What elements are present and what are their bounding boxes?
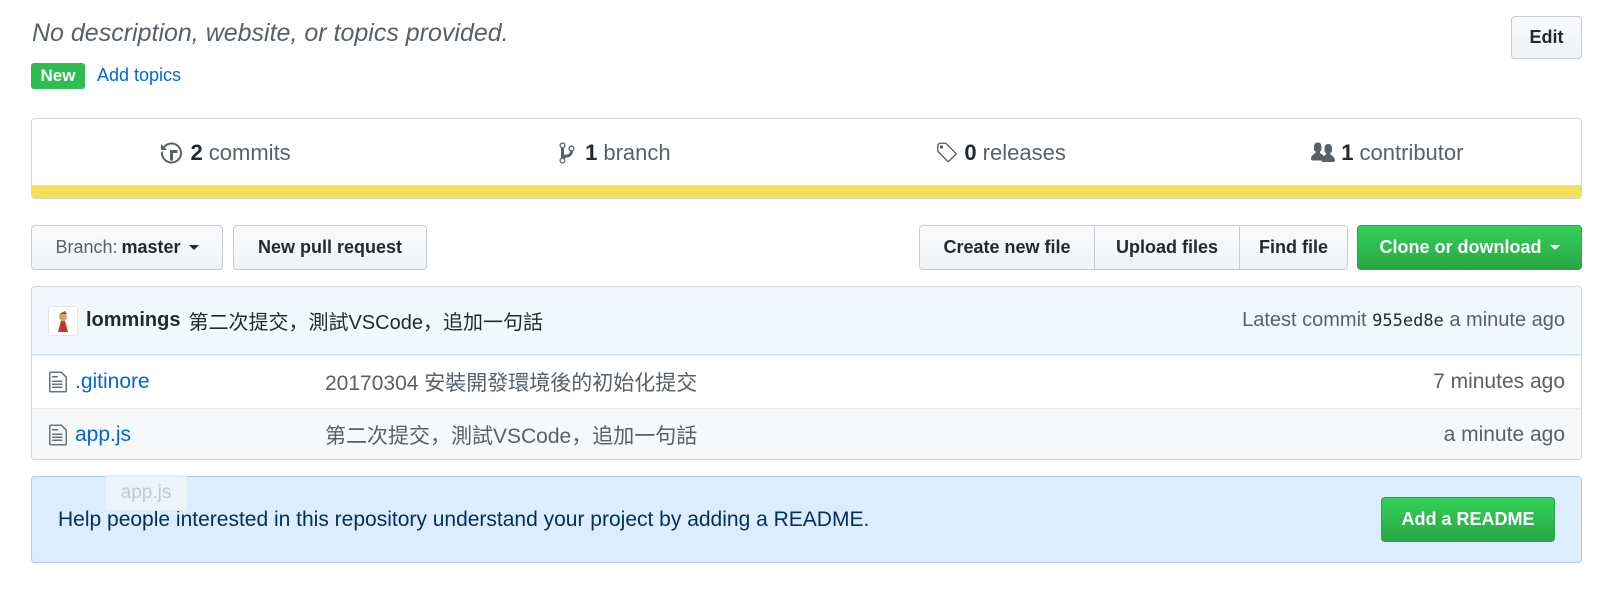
repo-description: No description, website, or topics provi… — [32, 19, 509, 47]
drag-ghost: app.js — [105, 475, 187, 511]
latest-commit-info: Latest commit 955ed8e a minute ago — [1242, 309, 1565, 332]
numbers-summary: 2 commits 1 branch 0 releases 1 contribu… — [31, 118, 1582, 199]
file-table: lommings 第二次提交，測試VSCode，追加一句話 Latest com… — [31, 286, 1582, 460]
file-name-link[interactable]: app.js — [75, 423, 325, 447]
releases-count: 0 — [964, 140, 977, 165]
branch-name: master — [121, 237, 181, 257]
chevron-down-icon — [1549, 245, 1560, 250]
tag-icon — [937, 142, 958, 163]
people-icon — [1311, 142, 1336, 162]
branch-prefix: Branch: — [55, 237, 118, 257]
commit-age: a minute ago — [1449, 309, 1565, 331]
new-pull-request-button[interactable]: New pull request — [233, 225, 427, 270]
file-commit-message-link[interactable]: 20170304 安裝開發環境後的初始化提交 — [325, 367, 1433, 397]
readme-prompt-text: Help people interested in this repositor… — [58, 507, 870, 531]
upload-files-button[interactable]: Upload files — [1095, 226, 1240, 269]
table-row: .gitinore 20170304 安裝開發環境後的初始化提交 7 minut… — [32, 355, 1581, 408]
commit-message-link[interactable]: 第二次提交，測試VSCode，追加一句話 — [188, 306, 543, 335]
readme-prompt: Help people interested in this repositor… — [31, 476, 1582, 563]
commits-label: commits — [208, 140, 291, 165]
add-topics-link[interactable]: Add topics — [97, 65, 181, 86]
file-icon — [49, 424, 67, 446]
git-branch-icon — [559, 142, 575, 164]
commits-count: 2 — [190, 140, 203, 165]
commit-sha-link[interactable]: 955ed8e — [1372, 311, 1444, 331]
releases-label: releases — [982, 140, 1066, 165]
contributors-link[interactable]: 1 contributor — [1194, 140, 1581, 166]
edit-button[interactable]: Edit — [1511, 16, 1582, 59]
latest-commit-prefix: Latest commit — [1242, 309, 1367, 331]
commit-tease: lommings 第二次提交，測試VSCode，追加一句話 Latest com… — [32, 287, 1581, 355]
avatar-image — [58, 310, 68, 332]
branch-select-button[interactable]: Branch: master — [31, 225, 223, 270]
clone-or-download-button[interactable]: Clone or download — [1357, 225, 1582, 270]
add-readme-button[interactable]: Add a README — [1381, 497, 1555, 542]
commits-link[interactable]: 2 commits — [32, 140, 419, 166]
file-icon — [49, 371, 67, 393]
branches-label: branch — [603, 140, 671, 165]
contributors-count: 1 — [1341, 140, 1354, 165]
file-age: 7 minutes ago — [1433, 370, 1565, 393]
branches-link[interactable]: 1 branch — [419, 140, 806, 166]
clone-label: Clone or download — [1379, 237, 1542, 257]
find-file-button[interactable]: Find file — [1240, 226, 1347, 269]
chevron-down-icon — [188, 245, 199, 250]
create-new-file-button[interactable]: Create new file — [920, 226, 1095, 269]
new-badge: New — [31, 63, 85, 89]
file-commit-message-link[interactable]: 第二次提交，測試VSCode，追加一句話 — [325, 420, 1444, 450]
branches-count: 1 — [585, 140, 598, 165]
file-navigation-group: Create new file Upload files Find file — [919, 225, 1348, 270]
contributors-label: contributor — [1359, 140, 1464, 165]
releases-link[interactable]: 0 releases — [807, 140, 1194, 166]
file-name-link[interactable]: .gitinore — [75, 370, 325, 394]
commit-author-link[interactable]: lommings — [86, 309, 180, 332]
history-icon — [160, 142, 182, 164]
avatar[interactable] — [48, 305, 78, 336]
file-age: a minute ago — [1443, 423, 1565, 446]
table-row: app.js 第二次提交，測試VSCode，追加一句話 a minute ago — [32, 408, 1581, 459]
language-bar[interactable] — [32, 185, 1581, 198]
